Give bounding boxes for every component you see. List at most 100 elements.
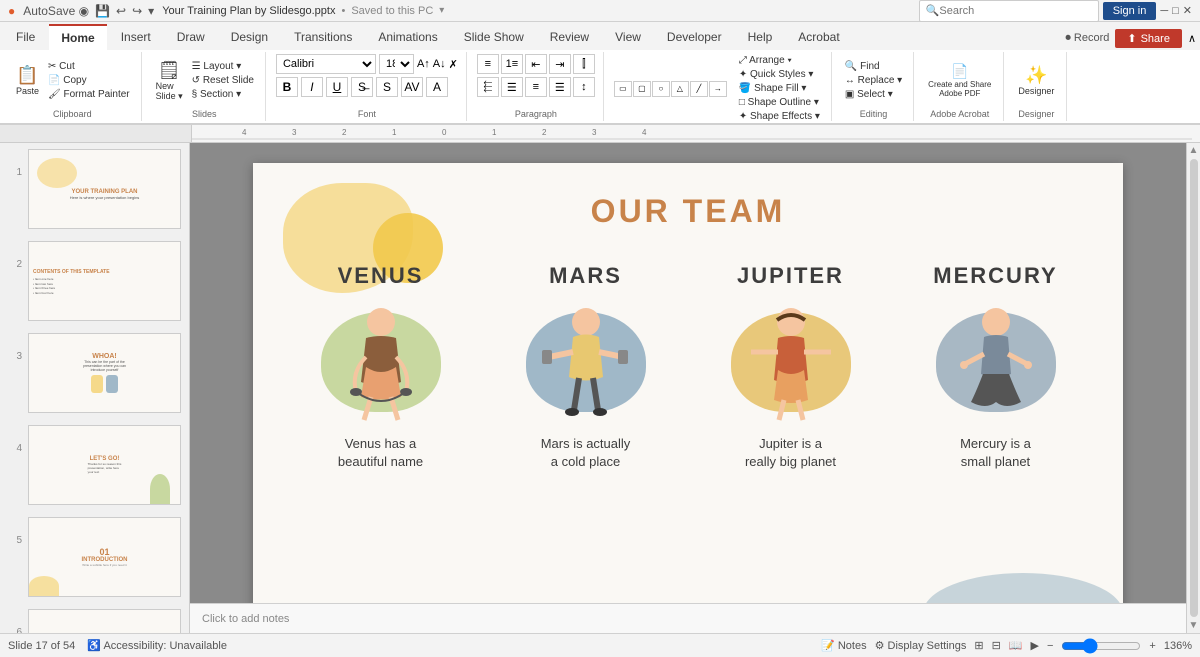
- bullet-list-button[interactable]: ≡: [477, 54, 499, 74]
- format-painter-button[interactable]: 🖌 Format Painter: [45, 88, 133, 101]
- indent-inc-button[interactable]: ⇥: [549, 54, 571, 74]
- maximize-icon[interactable]: □: [1172, 5, 1179, 17]
- cut-button[interactable]: ✂ Cut: [45, 60, 133, 73]
- view-sorter-btn[interactable]: ⊟: [992, 639, 1001, 652]
- tab-design[interactable]: Design: [219, 24, 280, 50]
- redo-btn[interactable]: ↪: [130, 2, 144, 20]
- save-btn[interactable]: 💾: [93, 2, 112, 20]
- tab-insert[interactable]: Insert: [109, 24, 163, 50]
- justify-button[interactable]: ☰: [549, 77, 571, 97]
- tab-developer[interactable]: Developer: [655, 24, 734, 50]
- underline-button[interactable]: U: [326, 77, 348, 97]
- replace-button[interactable]: ↔ Replace ▾: [842, 74, 905, 87]
- scroll-thumb[interactable]: [1190, 159, 1198, 617]
- designer-button[interactable]: ✨ Designer: [1014, 55, 1058, 107]
- slide-img-5[interactable]: 01 INTRODUCTION Write a subtitle here if…: [28, 517, 181, 597]
- select-button[interactable]: ▣ Select ▾: [842, 88, 905, 101]
- font-family-select[interactable]: Calibri: [276, 54, 376, 74]
- slide-img-2[interactable]: CONTENTS OF THIS TEMPLATE • Item one her…: [28, 241, 181, 321]
- zoom-slider[interactable]: [1061, 638, 1141, 654]
- scroll-down-icon[interactable]: ▼: [1189, 620, 1199, 631]
- tab-help[interactable]: Help: [736, 24, 785, 50]
- align-right-button[interactable]: ≡: [525, 77, 547, 97]
- font-size-select[interactable]: 18: [379, 54, 414, 74]
- copy-button[interactable]: 📄 Copy: [45, 74, 133, 87]
- notes-bar[interactable]: Click to add notes: [190, 603, 1186, 633]
- view-slideshow-btn[interactable]: ▶: [1031, 639, 1039, 652]
- autosave-toggle[interactable]: AutoSave ◉: [21, 2, 91, 20]
- char-spacing-button[interactable]: AV: [401, 77, 423, 97]
- find-button[interactable]: 🔍 Find: [842, 60, 905, 73]
- zoom-in-btn[interactable]: +: [1149, 640, 1155, 652]
- view-normal-btn[interactable]: ⊞: [974, 639, 983, 652]
- slide-img-3[interactable]: WHOA! This can be the part of thepresent…: [28, 333, 181, 413]
- section-button[interactable]: § Section ▾: [189, 88, 257, 101]
- display-settings-btn[interactable]: ⚙ Display Settings: [875, 639, 967, 652]
- tab-animations[interactable]: Animations: [366, 24, 449, 50]
- strikethrough-button[interactable]: S̶: [351, 77, 373, 97]
- new-slide-button[interactable]: 🗒 NewSlide ▾: [152, 55, 187, 107]
- clear-format-btn[interactable]: ✗: [449, 58, 458, 71]
- sign-in-button[interactable]: Sign in: [1103, 2, 1157, 20]
- line-spacing-button[interactable]: ↕: [573, 77, 595, 97]
- tab-transitions[interactable]: Transitions: [282, 24, 364, 50]
- tab-slideshow[interactable]: Slide Show: [452, 24, 536, 50]
- create-share-pdf-button[interactable]: 📄 Create and ShareAdobe PDF: [924, 55, 995, 107]
- arrange-button[interactable]: ⤢ Arrange ▾: [736, 54, 823, 67]
- search-box[interactable]: 🔍: [919, 0, 1099, 22]
- slide-thumb-5[interactable]: 5 01 INTRODUCTION Write a subtitle here …: [0, 511, 189, 603]
- zoom-out-btn[interactable]: −: [1047, 640, 1053, 652]
- shape-outline-button[interactable]: □ Shape Outline ▾: [736, 96, 823, 109]
- align-center-button[interactable]: ☰: [501, 77, 523, 97]
- layout-button[interactable]: ☰ Layout ▾: [189, 60, 257, 73]
- tab-review[interactable]: Review: [538, 24, 601, 50]
- reset-slide-button[interactable]: ↺ Reset Slide: [189, 74, 257, 87]
- canvas-scroll[interactable]: OUR TEAM VENUS: [190, 143, 1186, 603]
- shape-triangle[interactable]: △: [671, 81, 689, 97]
- customize-qa[interactable]: ▾: [146, 2, 156, 20]
- right-scrollbar[interactable]: ▲ ▼: [1186, 143, 1200, 633]
- slide-thumb-1[interactable]: 1 YOUR TRAINING PLAN Here is where your …: [0, 143, 189, 235]
- notes-view-btn[interactable]: 📝 Notes: [821, 639, 867, 652]
- scroll-up-icon[interactable]: ▲: [1189, 145, 1199, 156]
- slide-panel[interactable]: 1 YOUR TRAINING PLAN Here is where your …: [0, 143, 190, 633]
- indent-dec-button[interactable]: ⇤: [525, 54, 547, 74]
- tab-view[interactable]: View: [603, 24, 653, 50]
- shape-rect[interactable]: ▭: [614, 81, 632, 97]
- slide-img-6[interactable]: WEEKLY OBJECTIVES Do you often ask yours…: [28, 609, 181, 633]
- font-color-button[interactable]: A: [426, 77, 448, 97]
- align-left-button[interactable]: ⬱: [477, 77, 499, 97]
- columns-button[interactable]: ⫿: [573, 54, 595, 74]
- tab-draw[interactable]: Draw: [165, 24, 217, 50]
- minimize-icon[interactable]: ─: [1160, 5, 1168, 17]
- shape-circle[interactable]: ○: [652, 81, 670, 97]
- shape-rounded-rect[interactable]: ▢: [633, 81, 651, 97]
- paste-button[interactable]: 📋 Paste: [12, 55, 43, 107]
- shape-line[interactable]: ╱: [690, 81, 708, 97]
- search-input[interactable]: [939, 5, 1091, 17]
- tab-acrobat[interactable]: Acrobat: [786, 24, 851, 50]
- shape-fill-button[interactable]: 🪣 Shape Fill ▾: [736, 82, 823, 95]
- slide-img-4[interactable]: LET'S GO! Thanks for so reason thisprese…: [28, 425, 181, 505]
- shape-effects-button[interactable]: ✦ Shape Effects ▾: [736, 110, 823, 123]
- close-icon[interactable]: ✕: [1183, 4, 1192, 17]
- share-button[interactable]: ⬆ Share: [1115, 29, 1182, 48]
- shadow-button[interactable]: S: [376, 77, 398, 97]
- view-reading-btn[interactable]: 📖: [1009, 639, 1023, 652]
- tab-home[interactable]: Home: [49, 24, 106, 50]
- slide-thumb-6[interactable]: 6 WEEKLY OBJECTIVES Do you often ask you…: [0, 603, 189, 633]
- ribbon-collapse[interactable]: ∧: [1188, 32, 1196, 45]
- undo-btn[interactable]: ↩: [114, 2, 128, 20]
- italic-button[interactable]: I: [301, 77, 323, 97]
- tab-file[interactable]: File: [4, 24, 47, 50]
- shape-arrow[interactable]: →: [709, 81, 727, 97]
- font-increase-btn[interactable]: A↑: [417, 58, 430, 70]
- slide-thumb-4[interactable]: 4 LET'S GO! Thanks for so reason thispre…: [0, 419, 189, 511]
- numbered-list-button[interactable]: 1≡: [501, 54, 523, 74]
- slide-thumb-3[interactable]: 3 WHOA! This can be the part of theprese…: [0, 327, 189, 419]
- slide-thumb-2[interactable]: 2 CONTENTS OF THIS TEMPLATE • Item one h…: [0, 235, 189, 327]
- font-decrease-btn[interactable]: A↓: [433, 58, 446, 70]
- bold-button[interactable]: B: [276, 77, 298, 97]
- zoom-level[interactable]: 136%: [1164, 640, 1192, 652]
- quick-styles-button[interactable]: ✦ Quick Styles ▾: [736, 68, 823, 81]
